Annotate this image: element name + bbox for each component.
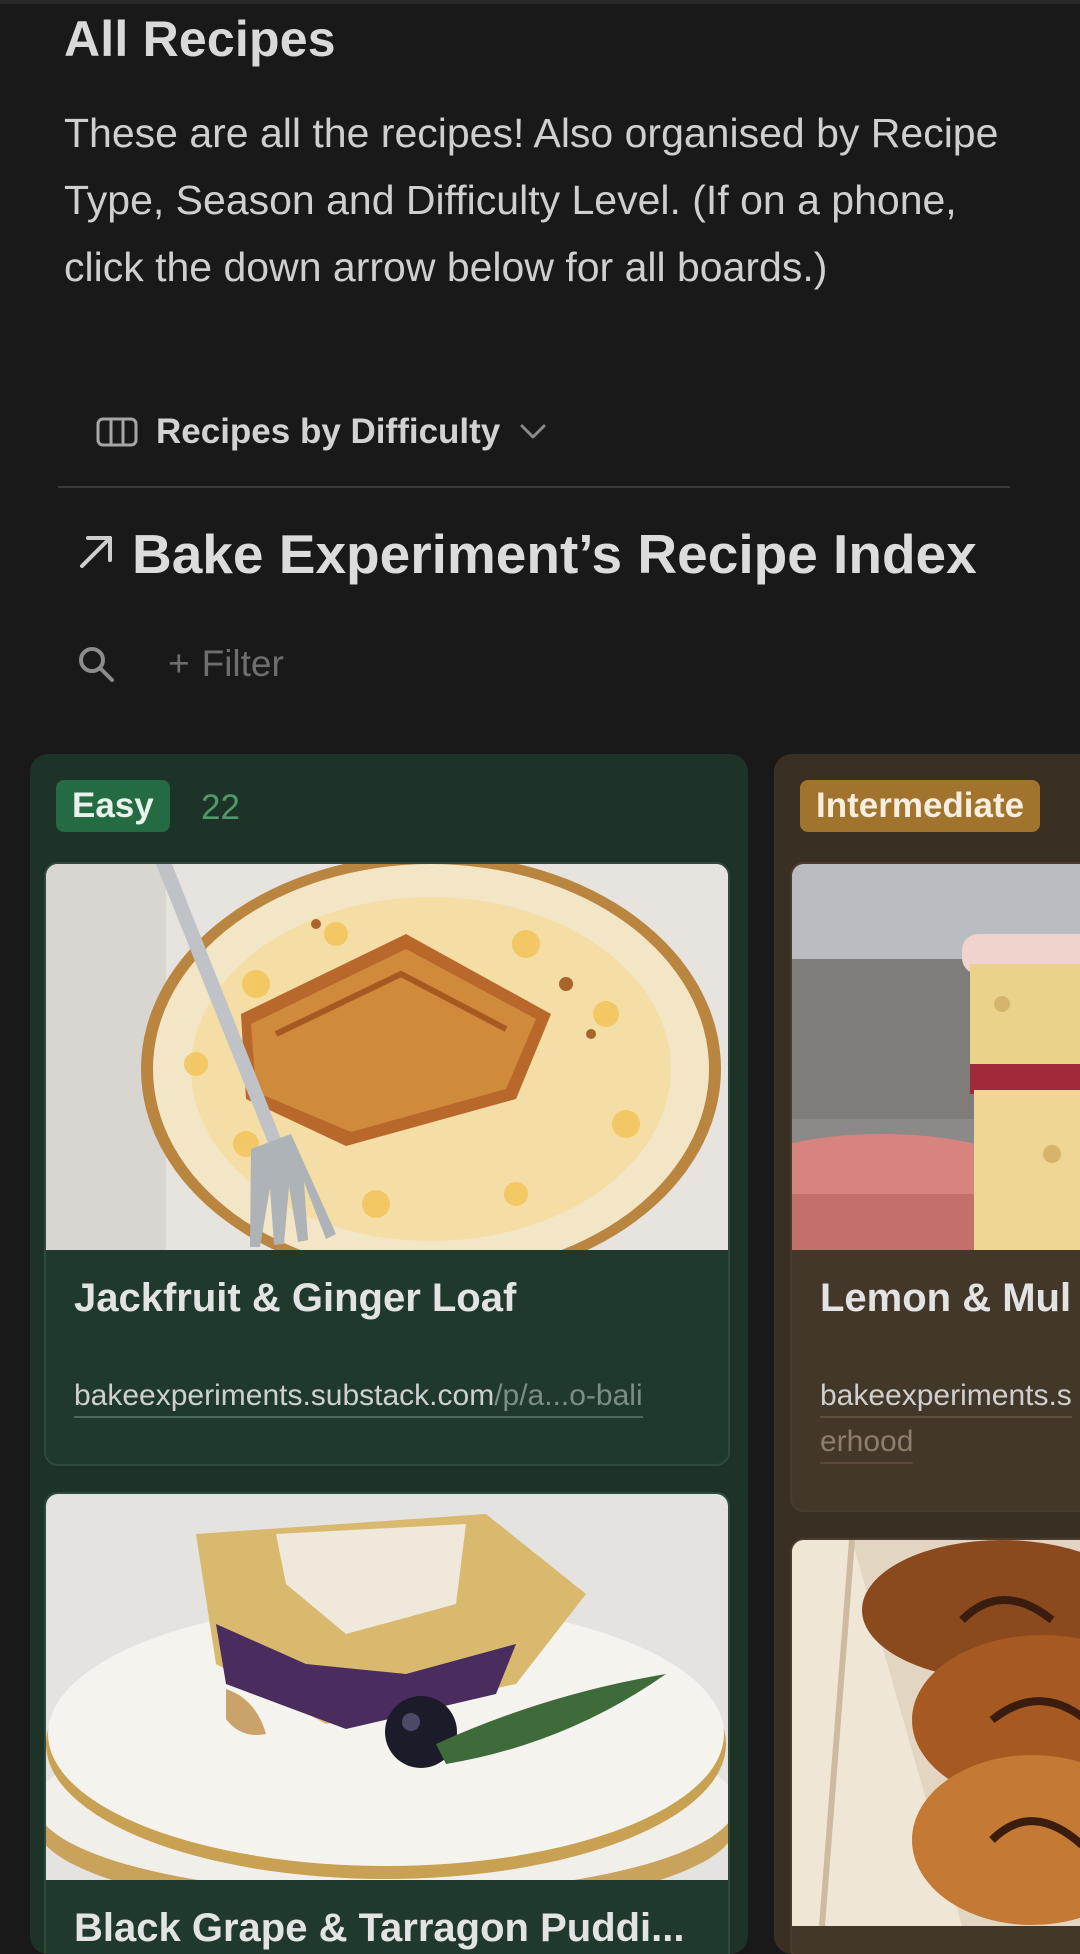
- top-edge: [0, 0, 1080, 4]
- recipe-title: Lemon & Mul: [820, 1276, 1072, 1320]
- recipe-url-domain: bakeexperiments.substack.com: [74, 1379, 495, 1412]
- recipe-card[interactable]: [790, 1538, 1080, 1954]
- recipe-url-link[interactable]: bakeexperiments.s: [820, 1376, 1072, 1418]
- view-switcher[interactable]: Recipes by Difficulty: [96, 406, 548, 458]
- divider: [58, 486, 1010, 488]
- recipe-image: [46, 864, 728, 1284]
- recipe-title: Black Grape & Tarragon Puddi...: [74, 1906, 685, 1950]
- view-switcher-label: Recipes by Difficulty: [156, 412, 501, 451]
- page-description: These are all the recipes! Also organise…: [64, 110, 999, 290]
- filter-label: Filter: [201, 643, 284, 684]
- plus-icon: +: [168, 643, 190, 684]
- chevron-down-icon[interactable]: [518, 422, 548, 442]
- recipe-card[interactable]: Black Grape & Tarragon Puddi...: [44, 1492, 730, 1954]
- database-title-link[interactable]: Bake Experiment’s Recipe Index: [76, 518, 977, 590]
- board-group-intermediate: Intermediate Lemon & Mul bakeexperiments…: [774, 754, 1080, 1954]
- page-title: All Recipes: [64, 11, 336, 67]
- recipe-url-link[interactable]: bakeexperiments.substack.com/p/a...o-bal…: [74, 1376, 643, 1418]
- arrow-up-right-icon: [76, 532, 116, 577]
- recipe-image: [792, 1540, 1080, 1927]
- recipe-card[interactable]: Lemon & Mul bakeexperiments.s erhood: [790, 862, 1080, 1512]
- recipe-image: [46, 1494, 728, 1914]
- board-view-icon: [96, 416, 138, 448]
- board-group-easy: Easy 22 Jackfruit & Ginger Loaf bakeexpe…: [30, 754, 748, 1954]
- recipe-url-path: /p/a...o-bali: [494, 1379, 643, 1412]
- search-icon[interactable]: [76, 644, 116, 689]
- group-label-easy[interactable]: Easy: [56, 780, 170, 832]
- recipe-url-path[interactable]: erhood: [820, 1422, 914, 1464]
- group-label-intermediate[interactable]: Intermediate: [800, 780, 1041, 832]
- recipe-card[interactable]: Jackfruit & Ginger Loaf bakeexperiments.…: [44, 862, 730, 1466]
- group-count-easy: 22: [201, 788, 240, 827]
- recipe-url-domain: bakeexperiments.s: [820, 1379, 1072, 1412]
- database-title: Bake Experiment’s Recipe Index: [132, 523, 977, 585]
- recipe-image: [792, 864, 1080, 1254]
- recipe-title: Jackfruit & Ginger Loaf: [74, 1276, 517, 1320]
- filter-button[interactable]: + Filter: [168, 638, 284, 690]
